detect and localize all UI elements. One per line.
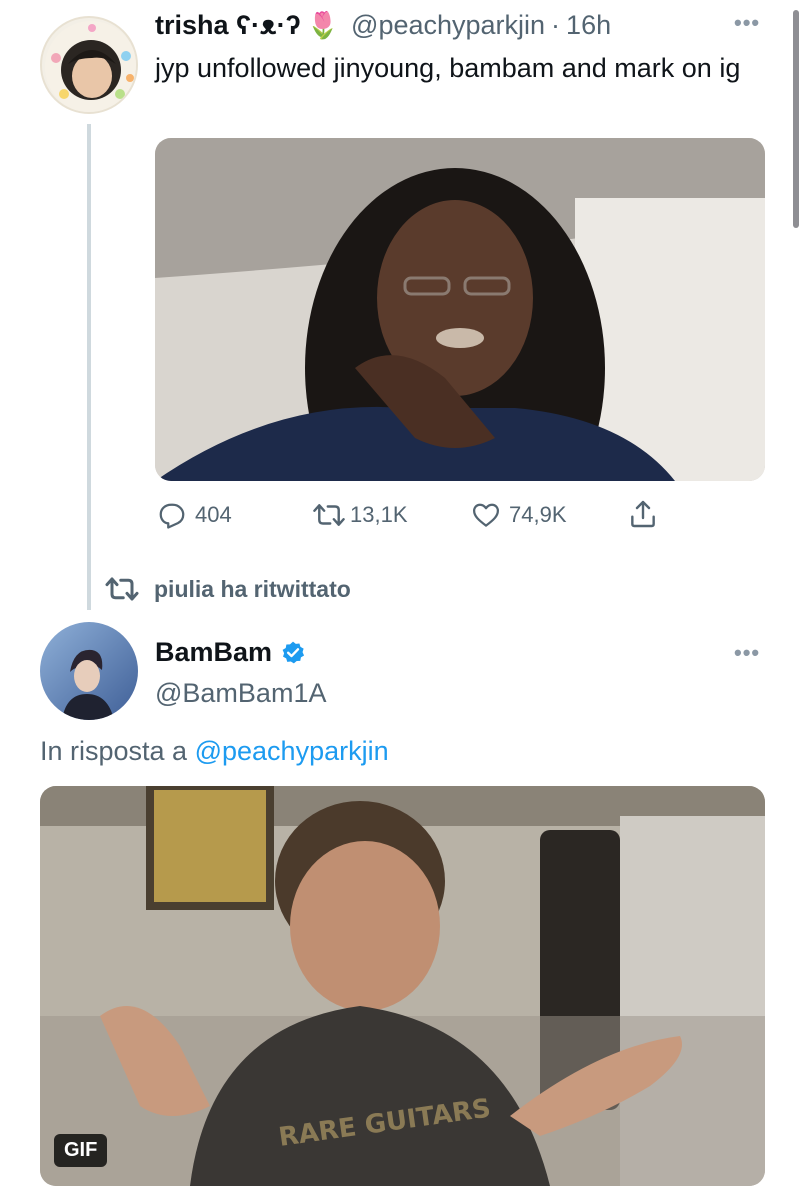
thread-line: [87, 124, 91, 610]
avatar-trisha[interactable]: [40, 16, 138, 114]
author-name[interactable]: trisha ʕ·ᴥ·ʔ: [155, 10, 301, 41]
reply-to-link[interactable]: @peachyparkjin: [195, 736, 389, 766]
verified-badge-icon: [282, 641, 305, 663]
gif-badge: GIF: [54, 1134, 108, 1167]
author-name[interactable]: BamBam: [155, 637, 272, 668]
reply-icon: [159, 503, 185, 529]
more-icon[interactable]: •••: [734, 640, 760, 666]
retweet-context-icon: [105, 577, 139, 601]
tweet-time[interactable]: 16h: [566, 10, 611, 41]
tweet-1-header: trisha ʕ·ᴥ·ʔ 🌷 @peachyparkjin · 16h: [155, 10, 611, 41]
like-button[interactable]: 74,9K: [471, 500, 567, 530]
avatar-bambam[interactable]: [40, 622, 138, 720]
like-icon: [473, 503, 499, 527]
share-icon: [631, 500, 655, 528]
like-count: 74,9K: [509, 502, 567, 527]
tweet-text: jyp unfollowed jinyoung, bambam and mark…: [155, 53, 741, 83]
tweet-1-media[interactable]: [155, 138, 765, 481]
tweet-2-name-row: BamBam: [155, 637, 306, 668]
retweet-button[interactable]: 13,1K: [312, 500, 408, 530]
reply-prefix: In risposta a: [40, 736, 188, 766]
gif-badge-label: GIF: [64, 1139, 98, 1161]
media-gif: RARE GUITARS: [40, 786, 765, 1186]
tweet-2-media[interactable]: RARE GUITARS GIF: [40, 786, 765, 1186]
scrollbar[interactable]: [793, 10, 799, 228]
tulip-emoji: 🌷: [306, 10, 340, 40]
reply-button[interactable]: 404: [157, 500, 232, 530]
retweet-context[interactable]: piulia ha ritwittato: [104, 574, 351, 604]
media-photo: [155, 138, 765, 481]
separator: ·: [551, 10, 561, 40]
retweet-context-label: piulia ha ritwittato: [154, 575, 351, 602]
author-handle[interactable]: @peachyparkjin: [351, 10, 545, 41]
share-button[interactable]: [627, 498, 659, 530]
avatar-image: [40, 622, 138, 720]
retweet-count: 13,1K: [350, 502, 408, 527]
avatar-image: [45, 21, 136, 112]
more-icon[interactable]: •••: [734, 10, 760, 36]
reply-context: In risposta a @peachyparkjin: [40, 736, 389, 767]
author-handle[interactable]: @BamBam1A: [155, 678, 326, 709]
reply-count: 404: [195, 502, 232, 527]
retweet-icon: [313, 504, 345, 526]
